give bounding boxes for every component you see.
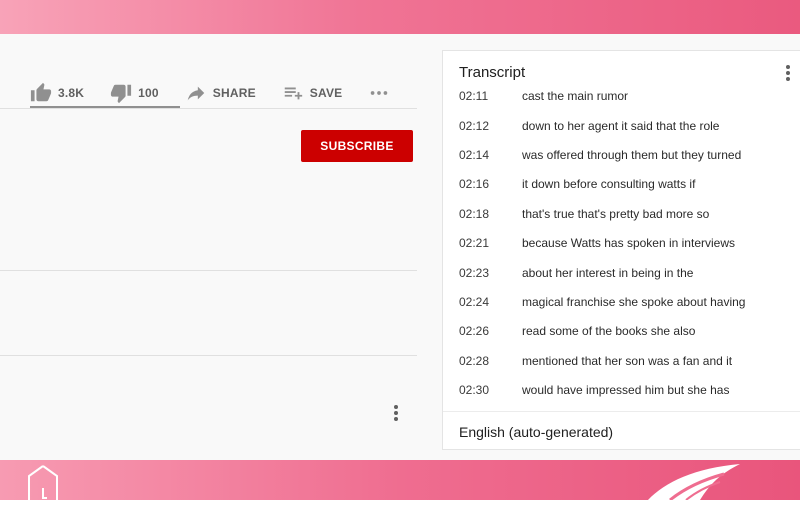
transcript-line[interactable]: 02:12 down to her agent it said that the… <box>443 111 800 140</box>
transcript-text: cast the main rumor <box>522 89 629 103</box>
transcript-text: down to her agent it said that the role <box>522 118 720 133</box>
transcript-text: was offered through them but they turned <box>522 148 742 163</box>
transcript-line[interactable]: 02:23 about her interest in being in the <box>443 258 800 287</box>
transcript-menu-button[interactable] <box>781 63 795 83</box>
save-button[interactable]: SAVE <box>282 82 343 104</box>
thumbs-up-icon <box>30 82 52 102</box>
brand-logo-icon <box>26 464 60 500</box>
divider <box>0 270 417 271</box>
transcript-timestamp: 02:26 <box>459 324 490 339</box>
transcript-line[interactable]: 02:18 that's true that's pretty bad more… <box>443 199 800 228</box>
transcript-line[interactable]: 02:26 read some of the books she also <box>443 317 800 346</box>
dislike-button[interactable]: 100 <box>110 82 159 104</box>
dislike-count: 100 <box>138 86 159 100</box>
transcript-text: read some of the books she also <box>522 324 696 339</box>
transcript-text: would have impressed him but she has <box>522 383 730 398</box>
transcript-title: Transcript <box>459 64 526 81</box>
transcript-text: it down before consulting watts if <box>522 177 696 192</box>
transcript-text: that's true that's pretty bad more so <box>522 206 710 221</box>
transcript-timestamp: 02:30 <box>459 383 490 398</box>
transcript-timestamp: 02:14 <box>459 148 490 163</box>
share-label: SHARE <box>212 86 256 100</box>
more-vertical-icon <box>394 405 398 421</box>
transcript-line[interactable]: 02:30 would have impressed him but she h… <box>443 376 800 405</box>
transcript-timestamp: 02:23 <box>459 265 490 280</box>
feather-logo-icon <box>640 462 750 502</box>
top-banner <box>0 0 800 34</box>
transcript-text: mentioned that her son was a fan and it <box>522 353 733 368</box>
transcript-line[interactable]: 02:24 magical franchise she spoke about … <box>443 287 800 316</box>
transcript-panel: Transcript 02:11 cast the main rumor 02:… <box>442 50 800 450</box>
save-label: SAVE <box>309 86 343 100</box>
transcript-text: magical franchise she spoke about having <box>522 295 746 310</box>
divider <box>0 355 417 356</box>
transcript-line[interactable]: 02:11 cast the main rumor <box>443 89 800 111</box>
transcript-text: about her interest in being in the <box>522 265 694 280</box>
more-horizontal-icon <box>371 91 388 95</box>
transcript-timestamp: 02:16 <box>459 177 490 192</box>
transcript-language-selector[interactable]: English (auto-generated) <box>443 411 800 451</box>
more-actions-button[interactable] <box>368 82 390 104</box>
thumbs-down-icon <box>111 84 132 104</box>
transcript-timestamp: 02:12 <box>459 118 490 133</box>
transcript-text: because Watts has spoken in interviews <box>522 236 735 251</box>
transcript-timestamp: 02:21 <box>459 236 490 251</box>
more-vertical-icon <box>786 65 790 81</box>
playlist-add-icon <box>284 87 302 100</box>
like-count: 3.8K <box>58 86 85 100</box>
transcript-timestamp: 02:28 <box>459 353 490 368</box>
share-arrow-icon <box>187 86 205 101</box>
transcript-line[interactable]: 02:21 because Watts has spoken in interv… <box>443 229 800 258</box>
transcript-line[interactable]: 02:14 was offered through them but they … <box>443 140 800 169</box>
transcript-line[interactable]: 02:28 mentioned that her son was a fan a… <box>443 346 800 375</box>
transcript-line[interactable]: 02:16 it down before consulting watts if <box>443 170 800 199</box>
divider <box>0 108 417 109</box>
transcript-timestamp: 02:24 <box>459 295 490 310</box>
like-button[interactable]: 3.8K <box>30 82 84 104</box>
transcript-lines: 02:11 cast the main rumor 02:12 down to … <box>443 89 800 405</box>
transcript-timestamp: 02:11 <box>459 89 489 103</box>
share-button[interactable]: SHARE <box>185 82 256 104</box>
transcript-timestamp: 02:18 <box>459 206 490 221</box>
video-actions: 3.8K 100 SHARE SAVE <box>30 76 390 110</box>
comment-menu-button[interactable] <box>388 403 404 423</box>
subscribe-button[interactable]: SUBSCRIBE <box>301 130 413 162</box>
